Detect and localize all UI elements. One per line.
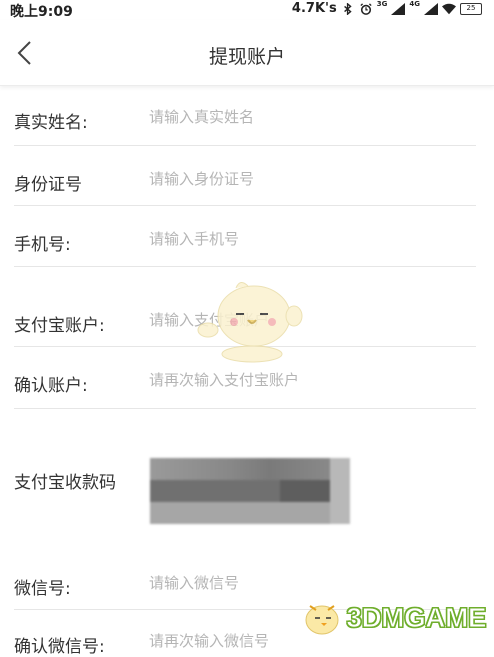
id-number-row: 身份证号 bbox=[14, 146, 476, 206]
id-number-input[interactable] bbox=[149, 170, 469, 188]
signal-3g-icon bbox=[391, 3, 405, 15]
alipay-qr-label: 支付宝收款码 bbox=[14, 468, 116, 493]
phone-row: 手机号: bbox=[14, 206, 476, 267]
phone-input[interactable] bbox=[149, 230, 469, 248]
watermark-text: 3DMGAME bbox=[346, 602, 486, 634]
page-title: 提现账户 bbox=[0, 42, 494, 69]
id-number-label: 身份证号 bbox=[14, 170, 82, 195]
alarm-icon bbox=[359, 3, 373, 15]
header-bar: 提现账户 bbox=[0, 20, 494, 86]
wechat-confirm-label: 确认微信号: bbox=[14, 632, 105, 657]
wechat-input[interactable] bbox=[149, 574, 469, 592]
net-4g-label: 4G bbox=[409, 0, 420, 8]
name-input[interactable] bbox=[149, 108, 469, 126]
alipay-qr-image[interactable] bbox=[150, 458, 350, 524]
alipay-confirm-input[interactable] bbox=[149, 371, 469, 389]
wechat-label: 微信号: bbox=[14, 574, 71, 599]
name-row: 真实姓名: bbox=[14, 88, 476, 146]
signal-4g-icon bbox=[424, 3, 438, 15]
status-icons: 4.7K's 3G 4G 25 bbox=[292, 1, 482, 16]
name-label: 真实姓名: bbox=[14, 108, 88, 133]
battery-icon: 25 bbox=[460, 3, 482, 15]
watermark: 3DMGAME bbox=[300, 598, 486, 638]
alipay-confirm-label: 确认账户: bbox=[14, 371, 88, 396]
status-time: 晚上9:09 bbox=[10, 1, 73, 21]
wifi-icon bbox=[442, 3, 456, 15]
mascot-watermark-icon bbox=[196, 276, 306, 366]
net-3g-label: 3G bbox=[377, 0, 388, 8]
phone-label: 手机号: bbox=[14, 230, 71, 255]
net-speed: 4.7K's bbox=[292, 1, 337, 16]
status-bar: 晚上9:09 4.7K's 3G 4G 25 bbox=[0, 0, 494, 20]
bluetooth-icon bbox=[341, 3, 355, 15]
watermark-mascot-icon bbox=[300, 598, 346, 638]
alipay-label: 支付宝账户: bbox=[14, 311, 105, 336]
